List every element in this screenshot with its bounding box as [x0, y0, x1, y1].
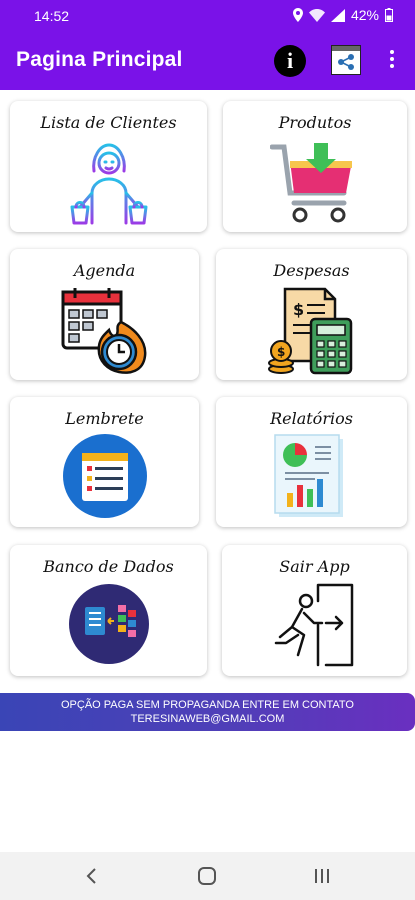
signal-icon	[330, 8, 345, 22]
home-icon[interactable]	[195, 864, 219, 888]
menu-card-produtos[interactable]: Produtos	[223, 101, 407, 232]
system-nav-bar	[0, 852, 415, 900]
app-bar: Pagina Principal i	[0, 32, 415, 90]
status-bar: 14:52 42%	[0, 0, 415, 32]
status-icons: 42%	[292, 7, 393, 23]
recent-apps-icon[interactable]	[310, 864, 334, 888]
card-label-lembrete: Lembrete	[65, 409, 144, 428]
svg-text:$: $	[293, 300, 304, 319]
share-icon	[332, 46, 360, 70]
card-label-agenda: Agenda	[73, 261, 136, 280]
menu-card-agenda[interactable]: Agenda	[10, 249, 199, 380]
promo-banner[interactable]: OPÇÃO PAGA SEM PROPAGANDA ENTRE EM CONTA…	[0, 693, 415, 731]
clients-icon	[70, 143, 147, 225]
page-title: Pagina Principal	[16, 48, 183, 71]
database-icon	[68, 584, 149, 664]
status-time: 14:52	[34, 8, 70, 24]
wifi-icon	[308, 8, 325, 22]
card-label-relatorios: Relatórios	[270, 409, 353, 428]
report-chart-icon	[273, 434, 343, 517]
battery-icon	[385, 8, 393, 22]
reminder-list-icon	[62, 434, 147, 518]
info-icon: i	[286, 48, 294, 73]
calendar-clock-icon	[61, 288, 146, 374]
svg-text:$: $	[277, 345, 285, 359]
battery-percent: 42%	[350, 7, 379, 23]
card-label-sair-app: Sair App	[279, 557, 350, 576]
exit-door-icon	[274, 583, 353, 667]
promo-line-1: OPÇÃO PAGA SEM PROPAGANDA ENTRE EM CONTA…	[61, 699, 354, 711]
card-label-despesas: Despesas	[273, 261, 350, 280]
expenses-calculator-icon: $ $	[267, 287, 352, 375]
share-button[interactable]	[331, 45, 361, 75]
menu-card-relatorios[interactable]: Relatórios	[216, 397, 407, 527]
card-label-banco-de-dados: Banco de Dados	[43, 557, 174, 576]
menu-card-clientes[interactable]: Lista de Clientes	[10, 101, 207, 232]
info-button[interactable]: i	[274, 45, 306, 77]
shopping-cart-icon	[270, 143, 352, 223]
menu-card-despesas[interactable]: Despesas $ $	[216, 249, 407, 380]
more-vert-icon	[390, 50, 394, 54]
location-icon	[292, 8, 303, 22]
menu-card-banco-de-dados[interactable]: Banco de Dados	[10, 545, 207, 676]
promo-email: TERESINAWEB@GMAIL.COM	[130, 713, 285, 725]
menu-card-sair-app[interactable]: Sair App	[222, 545, 407, 676]
back-icon[interactable]	[80, 864, 104, 888]
card-label-clientes: Lista de Clientes	[40, 113, 177, 132]
menu-card-lembrete[interactable]: Lembrete	[10, 397, 199, 527]
overflow-menu-button[interactable]	[388, 50, 396, 72]
card-label-produtos: Produtos	[278, 113, 352, 132]
